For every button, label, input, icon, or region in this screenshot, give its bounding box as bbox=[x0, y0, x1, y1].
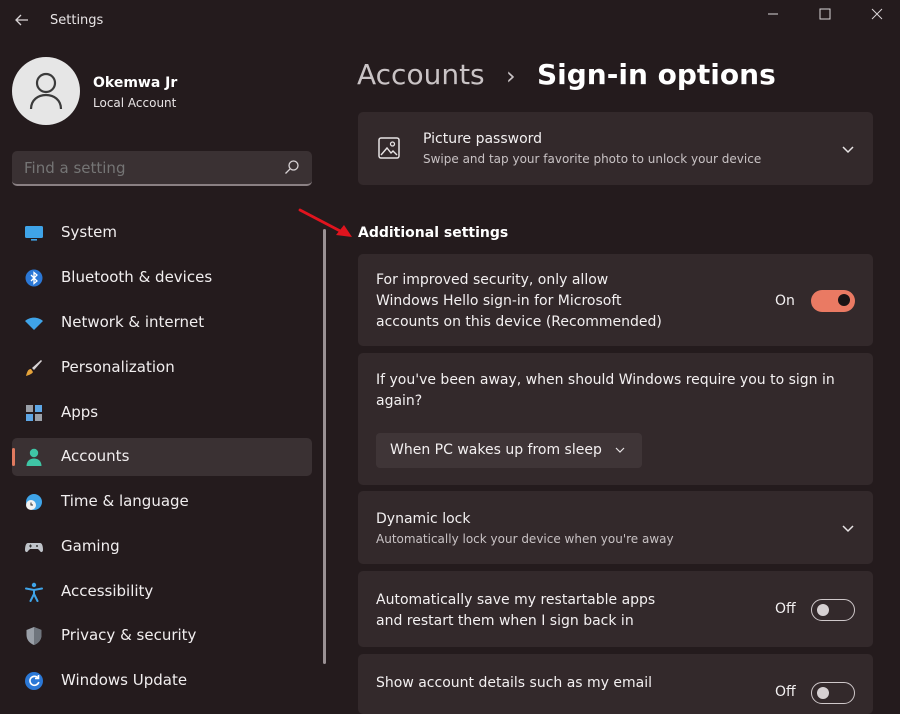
brush-icon bbox=[24, 358, 44, 378]
sidebar-scrollbar[interactable] bbox=[323, 229, 326, 664]
require-signin-dropdown[interactable]: When PC wakes up from sleep bbox=[376, 433, 642, 468]
bluetooth-icon bbox=[24, 268, 44, 288]
search-icon[interactable] bbox=[284, 159, 300, 175]
account-details-card: Show account details such as my email Of… bbox=[358, 654, 873, 714]
section-heading: Additional settings bbox=[358, 225, 508, 241]
hello-only-card: For improved security, only allow Window… bbox=[358, 254, 873, 346]
require-signin-line2: again? bbox=[376, 393, 422, 409]
account-details-line1: Show account details such as my email bbox=[376, 675, 652, 691]
sidebar-item-privacy-security[interactable]: Privacy & security bbox=[12, 617, 312, 655]
dropdown-selected-value: When PC wakes up from sleep bbox=[390, 442, 602, 458]
minimize-button[interactable] bbox=[750, 0, 796, 28]
maximize-button[interactable] bbox=[802, 0, 848, 28]
sidebar-item-windows-update[interactable]: Windows Update bbox=[12, 662, 312, 700]
toggle-knob bbox=[838, 294, 850, 306]
avatar[interactable] bbox=[12, 57, 80, 125]
chevron-down-icon[interactable] bbox=[841, 142, 855, 156]
person-outline-icon bbox=[28, 71, 64, 111]
hello-only-line3: accounts on this device (Recommended) bbox=[376, 314, 662, 330]
breadcrumb-parent[interactable]: Accounts bbox=[357, 58, 485, 91]
maximize-icon bbox=[819, 8, 831, 20]
sidebar-item-personalization[interactable]: Personalization bbox=[12, 349, 312, 387]
sidebar-item-accounts[interactable]: Accounts bbox=[12, 438, 312, 476]
hello-only-line1: For improved security, only allow bbox=[376, 272, 608, 288]
sidebar-item-gaming[interactable]: Gaming bbox=[12, 528, 312, 566]
wifi-icon bbox=[24, 313, 44, 333]
hello-only-state-label: On bbox=[775, 293, 795, 309]
require-signin-card: If you've been away, when should Windows… bbox=[358, 353, 873, 485]
picture-icon bbox=[378, 137, 400, 159]
minimize-icon bbox=[767, 8, 779, 20]
person-icon bbox=[24, 447, 44, 467]
profile-account-type: Local Account bbox=[93, 96, 176, 110]
shield-icon bbox=[24, 626, 44, 646]
sidebar-item-time-language[interactable]: Time & language bbox=[12, 483, 312, 521]
app-title: Settings bbox=[50, 13, 103, 28]
sidebar-item-label: Apps bbox=[61, 403, 98, 421]
active-indicator bbox=[12, 448, 15, 466]
chevron-down-icon bbox=[614, 444, 626, 456]
sidebar-item-label: Personalization bbox=[61, 358, 175, 376]
toggle-knob bbox=[817, 687, 829, 699]
restart-apps-line2: and restart them when I sign back in bbox=[376, 613, 634, 629]
require-signin-line1: If you've been away, when should Windows… bbox=[376, 372, 835, 388]
breadcrumb-separator: › bbox=[506, 62, 516, 90]
sidebar-item-accessibility[interactable]: Accessibility bbox=[12, 573, 312, 611]
close-icon bbox=[871, 8, 883, 20]
picture-password-card[interactable]: Picture password Swipe and tap your favo… bbox=[358, 112, 873, 185]
restart-apps-card: Automatically save my restartable apps a… bbox=[358, 571, 873, 647]
accessibility-icon bbox=[24, 582, 44, 602]
monitor-icon bbox=[24, 223, 44, 243]
globe-clock-icon bbox=[24, 492, 44, 512]
sidebar-item-apps[interactable]: Apps bbox=[12, 394, 312, 432]
picture-password-title: Picture password bbox=[423, 131, 542, 147]
back-button[interactable] bbox=[8, 6, 36, 34]
restart-apps-line1: Automatically save my restartable apps bbox=[376, 592, 655, 608]
update-icon bbox=[24, 671, 44, 691]
close-button[interactable] bbox=[854, 0, 900, 28]
sidebar-item-label: Accounts bbox=[61, 447, 129, 465]
restart-apps-toggle[interactable] bbox=[811, 599, 855, 621]
sidebar-item-label: Accessibility bbox=[61, 582, 153, 600]
sidebar-item-network[interactable]: Network & internet bbox=[12, 304, 312, 342]
sidebar-item-label: System bbox=[61, 223, 117, 241]
profile-name: Okemwa Jr bbox=[93, 75, 177, 91]
back-arrow-icon bbox=[14, 12, 30, 28]
picture-password-subtitle: Swipe and tap your favorite photo to unl… bbox=[423, 152, 761, 166]
title-bar: Settings bbox=[0, 0, 900, 40]
apps-icon bbox=[24, 403, 44, 423]
search-input[interactable] bbox=[24, 159, 274, 177]
sidebar-item-label: Time & language bbox=[61, 492, 189, 510]
account-details-toggle[interactable] bbox=[811, 682, 855, 704]
chevron-down-icon[interactable] bbox=[841, 521, 855, 535]
sidebar-item-label: Privacy & security bbox=[61, 626, 196, 644]
dynamic-lock-subtitle: Automatically lock your device when you'… bbox=[376, 532, 674, 546]
sidebar-item-bluetooth[interactable]: Bluetooth & devices bbox=[12, 259, 312, 297]
sidebar-item-label: Gaming bbox=[61, 537, 120, 555]
annotation-arrow-icon bbox=[296, 206, 356, 242]
dynamic-lock-title: Dynamic lock bbox=[376, 511, 470, 527]
sidebar-item-system[interactable]: System bbox=[12, 214, 312, 252]
hello-only-toggle[interactable] bbox=[811, 290, 855, 312]
search-box[interactable] bbox=[12, 151, 312, 186]
gamepad-icon bbox=[24, 537, 44, 557]
dynamic-lock-card[interactable]: Dynamic lock Automatically lock your dev… bbox=[358, 491, 873, 564]
sidebar-item-label: Bluetooth & devices bbox=[61, 268, 212, 286]
sidebar-item-label: Network & internet bbox=[61, 313, 204, 331]
restart-apps-state-label: Off bbox=[775, 601, 796, 617]
hello-only-line2: Windows Hello sign-in for Microsoft bbox=[376, 293, 622, 309]
page-title: Sign-in options bbox=[537, 58, 776, 91]
toggle-knob bbox=[817, 604, 829, 616]
sidebar-item-label: Windows Update bbox=[61, 671, 187, 689]
